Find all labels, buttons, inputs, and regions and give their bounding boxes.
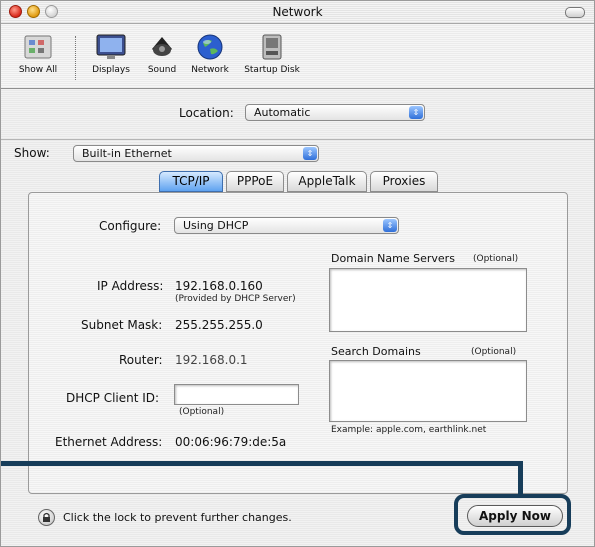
highlight-box <box>454 494 571 535</box>
dhcp-client-id-note: (Optional) <box>179 407 225 417</box>
ethernet-address-value: 00:06:96:79:de:5a <box>175 435 287 449</box>
dhcp-client-id-field[interactable] <box>174 384 299 405</box>
popup-arrows-icon: ⇕ <box>409 106 423 119</box>
configure-popup[interactable]: Using DHCP ⇕ <box>174 217 399 234</box>
toolbar-separator <box>75 36 76 80</box>
configure-value: Using DHCP <box>183 219 249 232</box>
speaker-icon <box>152 37 172 56</box>
title-bar: Network <box>1 1 594 24</box>
router-value: 192.168.0.1 <box>175 353 248 367</box>
tab-tcpip[interactable]: TCP/IP <box>159 171 223 192</box>
subnet-mask-value: 255.255.255.0 <box>175 318 263 332</box>
ip-address-label: IP Address: <box>97 279 164 293</box>
search-domains-field[interactable] <box>329 360 527 422</box>
toolbar-item-displays[interactable]: Displays <box>85 32 137 75</box>
dns-servers-field[interactable] <box>329 268 527 332</box>
popup-arrows-icon: ⇕ <box>383 219 397 232</box>
hard-disk-icon <box>262 34 282 60</box>
window-title: Network <box>272 5 323 19</box>
subnet-mask-label: Subnet Mask: <box>81 318 163 332</box>
toolbar-item-label: Startup Disk <box>244 65 300 75</box>
callout-line <box>518 461 523 495</box>
show-value: Built-in Ethernet <box>82 147 172 160</box>
show-all-label: Show All <box>18 65 58 75</box>
tcpip-panel: Configure: Using DHCP ⇕ Domain Name Serv… <box>28 192 568 494</box>
location-value: Automatic <box>254 106 311 119</box>
ip-address-note: (Provided by DHCP Server) <box>175 294 296 304</box>
toolbar-item-label: Displays <box>92 65 130 75</box>
callout-line <box>1 461 523 466</box>
search-domains-example: Example: apple.com, earthlink.net <box>331 425 487 435</box>
toolbar-item-label: Sound <box>147 65 177 75</box>
lock-icon[interactable] <box>38 509 55 526</box>
divider <box>1 139 594 140</box>
show-all-button[interactable]: Show All <box>9 32 67 75</box>
router-label: Router: <box>119 353 163 367</box>
show-all-icon <box>24 35 52 59</box>
toolbar-item-startup-disk[interactable]: Startup Disk <box>237 32 307 75</box>
lock-text: Click the lock to prevent further change… <box>63 511 292 524</box>
network-preferences-window: Network Show All Displays Sound Network … <box>0 0 595 547</box>
toolbar: Show All Displays Sound Network Startup … <box>1 24 594 89</box>
ethernet-address-label: Ethernet Address: <box>55 435 163 449</box>
location-label: Location: <box>179 106 234 120</box>
show-popup[interactable]: Built-in Ethernet ⇕ <box>73 145 319 162</box>
configure-label: Configure: <box>99 219 162 233</box>
toolbar-item-network[interactable]: Network <box>185 32 235 75</box>
preferences-content: Location: Automatic ⇕ Show: Built-in Eth… <box>1 89 594 546</box>
search-domains-optional: (Optional) <box>471 347 517 357</box>
dns-optional: (Optional) <box>473 254 519 264</box>
tab-appletalk[interactable]: AppleTalk <box>287 171 367 192</box>
toolbar-toggle-button[interactable] <box>565 7 585 18</box>
popup-arrows-icon: ⇕ <box>303 147 317 160</box>
search-domains-label: Search Domains <box>331 345 421 358</box>
tab-pppoe[interactable]: PPPoE <box>226 171 284 192</box>
ip-address-value: 192.168.0.160 <box>175 279 263 293</box>
toolbar-item-sound[interactable]: Sound <box>141 32 183 75</box>
dhcp-client-id-label: DHCP Client ID: <box>66 391 160 405</box>
displays-icon <box>96 34 126 59</box>
dns-label: Domain Name Servers <box>331 252 455 265</box>
padlock-glyph <box>43 512 50 522</box>
globe-icon <box>197 34 223 60</box>
toolbar-item-label: Network <box>191 65 229 75</box>
tab-proxies[interactable]: Proxies <box>370 171 438 192</box>
show-label: Show: <box>14 146 50 160</box>
location-popup[interactable]: Automatic ⇕ <box>245 104 425 121</box>
